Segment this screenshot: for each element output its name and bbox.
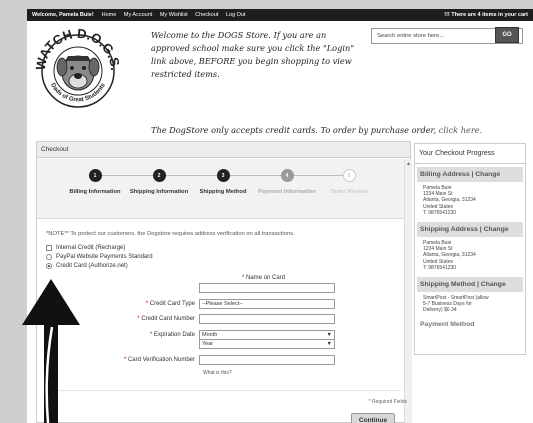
search-button[interactable]: GO (495, 27, 519, 43)
required-fields-note: * Required Fields (368, 399, 407, 405)
cart-status-text: There are 4 items in your cart (451, 12, 528, 18)
shipping-method-change-link[interactable]: Shipping Method | Change (417, 277, 523, 293)
cart-status[interactable]: !!! There are 4 items in your cart (444, 12, 528, 18)
step-label: Shipping Method (199, 189, 247, 195)
scroll-up-icon[interactable]: ▲ (406, 161, 411, 167)
verification-note: *NOTE** To protect our customers, the Do… (46, 231, 295, 237)
top-bar: Welcome, Pamela Buie! Home My Account My… (27, 9, 533, 21)
cvn-label: * Card Verification Number (123, 357, 195, 363)
welcome-message: Welcome, Pamela Buie! (32, 12, 94, 18)
name-on-card-label: * Name on Card (242, 275, 286, 281)
divider (46, 390, 401, 391)
nav-log-out[interactable]: Log Out (226, 12, 246, 18)
arrow-up-icon (22, 279, 80, 423)
nav-my-wishlist[interactable]: My Wishlist (160, 12, 188, 18)
address-line: T: 9876541230 (423, 209, 457, 216)
welcome-text: Welcome to the DOGS Store. If you are an… (151, 29, 371, 81)
card-number-text: Credit Card Number (141, 316, 195, 322)
step-label: Billing Information (69, 189, 121, 195)
welcome-line: Welcome to the DOGS Store. If you are an (151, 30, 327, 40)
card-type-label: * Credit Card Type (145, 301, 195, 307)
expiration-text: Expiration Date (153, 332, 195, 338)
option-label: Internal Credit (Recharge) (56, 245, 126, 251)
radio-button-selected[interactable] (46, 263, 52, 269)
checkout-title: Checkout (37, 142, 410, 158)
card-type-text: Credit Card Type (149, 301, 195, 307)
welcome-line: link above, BEFORE you begin shopping to… (151, 56, 352, 66)
nav-my-account[interactable]: My Account (124, 12, 152, 18)
step-number: 1 (88, 169, 102, 182)
option-label: Credit Card (Authorize.net) (56, 263, 128, 269)
payment-option-internal-credit[interactable]: Internal Credit (Recharge) (46, 245, 125, 251)
progress-shipping-method: Shipping Method | Change SmartPost - Sma… (417, 277, 523, 317)
option-label: PayPal Website Payments Standard (56, 254, 153, 260)
chevron-down-icon: ▼ (326, 332, 332, 338)
step-number: 3 (216, 169, 230, 182)
card-number-input[interactable] (199, 314, 335, 324)
payment-policy-message: The DogStore only accepts credit cards. … (151, 125, 439, 135)
step-label: Order Review (330, 189, 368, 195)
card-number-label: * Credit Card Number (137, 316, 195, 322)
checkout-steps: 1 Billing Information 2 Shipping Informa… (37, 159, 405, 219)
cvn-input[interactable] (199, 355, 335, 365)
step-number: 2 (152, 169, 166, 182)
nav-home[interactable]: Home (102, 12, 117, 18)
shipping-method-details: SmartPost - SmartPost (allow 5-7 Busines… (417, 292, 523, 317)
step-order-review: 5 Order Review (319, 169, 379, 196)
step-payment: 4 Payment Information (257, 169, 317, 196)
progress-shipping: Shipping Address | Change Pamela Buie 12… (417, 222, 523, 274)
search-placeholder: Search entire store here... (377, 33, 445, 39)
purchase-order-link[interactable]: click here. (439, 125, 482, 135)
welcome-line: approved school make sure you click the … (151, 43, 354, 53)
card-type-value: --Please Select-- (202, 301, 243, 307)
checkout-progress-panel: Your Checkout Progress Billing Address |… (414, 143, 526, 355)
progress-billing: Billing Address | Change Pamela Buie 123… (417, 167, 523, 219)
billing-address-change-link[interactable]: Billing Address | Change (417, 167, 523, 182)
chevron-down-icon: ▼ (326, 341, 332, 347)
expiration-year-select[interactable]: Year ▼ (199, 339, 335, 349)
page: WATCH D.O.G.S. Dads of Great Students We… (27, 21, 533, 423)
shipping-address-details: Pamela Buie 1234 Main St Atlanta, Georgi… (417, 237, 523, 274)
payment-policy-text: The DogStore only accepts credit cards. … (151, 125, 491, 135)
card-type-select[interactable]: --Please Select-- (199, 299, 335, 309)
checkbox[interactable] (46, 245, 52, 251)
payment-option-credit-card[interactable]: Credit Card (Authorize.net) (46, 263, 128, 269)
name-on-card-text: Name on Card (246, 275, 286, 281)
checkout-panel: Checkout 1 Billing Information 2 Shippin… (36, 141, 412, 423)
month-value: Month (202, 332, 218, 338)
name-on-card-input[interactable] (199, 283, 335, 293)
top-nav: Home My Account My Wishlist Checkout Log… (102, 12, 252, 18)
nav-checkout[interactable]: Checkout (195, 12, 218, 18)
step-number: 5 (342, 169, 356, 182)
watch-dogs-logo[interactable]: WATCH D.O.G.S. Dads of Great Students (33, 25, 123, 111)
welcome-line: restricted items. (151, 69, 220, 79)
step-shipping-method[interactable]: 3 Shipping Method (193, 169, 253, 196)
step-number: 4 (280, 169, 294, 182)
what-is-this-link[interactable]: What is this? (203, 370, 232, 376)
billing-address-details: Pamela Buie 1234 Main St Atlanta, Georgi… (417, 182, 523, 219)
progress-payment-method: Payment Method (420, 320, 475, 328)
expiration-label: * Expiration Date (149, 332, 195, 338)
cvn-text: Card Verification Number (127, 357, 195, 363)
step-billing[interactable]: 1 Billing Information (65, 169, 125, 196)
radio-button[interactable] (46, 254, 52, 260)
address-line: T: 9876541230 (423, 264, 457, 271)
year-value: Year (202, 341, 214, 347)
scrollbar[interactable]: ▲ (404, 159, 412, 423)
payment-option-paypal[interactable]: PayPal Website Payments Standard (46, 254, 153, 260)
shipping-address-change-link[interactable]: Shipping Address | Change (417, 222, 523, 238)
step-label: Shipping Information (129, 189, 189, 195)
progress-title: Your Checkout Progress (415, 144, 525, 164)
method-line: Delivery) $6.34 (423, 307, 457, 314)
step-shipping-info[interactable]: 2 Shipping Information (129, 169, 189, 196)
step-label: Payment Information (258, 189, 316, 195)
continue-button[interactable]: Continue (351, 413, 395, 423)
